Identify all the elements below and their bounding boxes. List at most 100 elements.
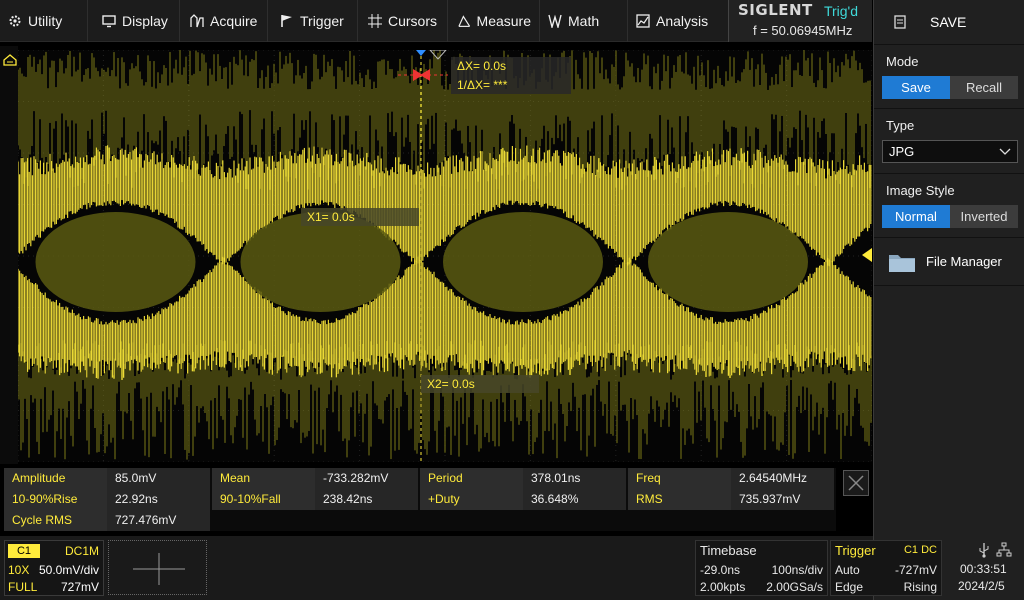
measurement-value: 85.0mV: [107, 468, 210, 489]
trigger-label: Trigger: [835, 543, 876, 558]
mode-toggle[interactable]: Save Recall: [882, 76, 1018, 99]
measurement-value: 36.648%: [523, 489, 626, 510]
menu-label: Math: [568, 13, 600, 29]
measurement-name: 10-90%Rise: [4, 489, 107, 510]
type-dropdown[interactable]: JPG: [882, 140, 1018, 163]
trigger-level: -727mV: [894, 563, 937, 577]
folder-icon: [889, 254, 915, 272]
analysis-icon: [636, 14, 650, 28]
measurement-name: RMS: [628, 489, 731, 510]
file-manager-label: File Manager: [926, 254, 1002, 269]
channel-coupling: DC1M: [64, 544, 99, 558]
flag-icon: [281, 15, 292, 27]
menu-cursors[interactable]: Cursors: [358, 0, 448, 42]
channel-tag: C1: [8, 544, 40, 558]
menu-label: Acquire: [210, 13, 258, 29]
waveform-canvas: [18, 50, 872, 462]
timebase-box[interactable]: Timebase -29.0ns 100ns/div 2.00kpts 2.00…: [695, 540, 828, 596]
mode-section: Mode Save Recall: [874, 45, 1024, 109]
menu-bar: Utility Display Acquire Trigger Cursors …: [0, 0, 728, 42]
measurement-cell[interactable]: Amplitude 85.0mV: [4, 468, 212, 489]
measurement-cell[interactable]: Period 378.01ns: [420, 468, 628, 489]
menu-label: Measure: [476, 13, 531, 29]
measurement-name: Cycle RMS: [4, 510, 107, 531]
menu-label: Cursors: [388, 13, 438, 29]
channel-bandwidth: FULL: [8, 580, 38, 594]
trigger-box[interactable]: Trigger C1 DC Auto -727mV Edge Rising: [830, 540, 942, 596]
mode-recall-option[interactable]: Recall: [950, 76, 1018, 99]
trigger-source: C1 DC: [903, 544, 937, 556]
save-panel: SAVE Mode Save Recall Type JPG Image Sty…: [873, 0, 1024, 600]
menu-math[interactable]: Math: [540, 0, 628, 42]
trigger-mode: Auto: [835, 563, 860, 577]
mode-label: Mode: [886, 54, 919, 69]
channel-1-box[interactable]: C1 DC1M 10X 50.0mV/div FULL 727mV: [4, 540, 104, 596]
sample-rate: 2.00GSa/s: [766, 580, 823, 594]
measurement-row: Cycle RMS 727.476mV: [4, 510, 836, 531]
measurement-name: +Duty: [420, 489, 523, 510]
menu-label: Trigger: [300, 13, 344, 29]
gear-icon: [9, 15, 21, 27]
image-style-toggle[interactable]: Normal Inverted: [882, 205, 1018, 228]
trigger-status: Trig'd: [823, 3, 858, 19]
type-label: Type: [886, 118, 915, 133]
measurement-value: 238.42ns: [315, 489, 418, 510]
measurement-value: 2.64540MHz: [731, 468, 834, 489]
image-style-normal-option[interactable]: Normal: [882, 205, 950, 228]
measurement-cell[interactable]: Mean -733.282mV: [212, 468, 420, 489]
measurement-close-button[interactable]: [843, 470, 869, 496]
channel-offset-marker-icon[interactable]: [862, 248, 872, 262]
measurement-name: Mean: [212, 468, 315, 489]
measurement-value: 727.476mV: [107, 510, 210, 531]
menu-acquire[interactable]: Acquire: [180, 0, 268, 42]
type-value: JPG: [889, 144, 915, 159]
measurement-table: Amplitude 85.0mV Mean -733.282mV Period 378…: [4, 468, 836, 531]
menu-utility[interactable]: Utility: [0, 0, 88, 42]
mode-save-option[interactable]: Save: [882, 76, 950, 99]
measurement-cell[interactable]: 90-10%Fall 238.42ns: [212, 489, 420, 510]
network-icon[interactable]: [996, 542, 1012, 558]
channel-offset: 727mV: [60, 580, 99, 594]
image-style-label: Image Style: [886, 183, 955, 198]
delta-x-readout: ΔX= 0.0s 1/ΔX= ***: [451, 57, 571, 94]
measurement-row: Amplitude 85.0mV Mean -733.282mV Period 378…: [4, 468, 836, 489]
usb-icon[interactable]: [978, 542, 990, 558]
clock-time: 00:33:51: [960, 562, 1007, 576]
measurement-cell[interactable]: RMS 735.937mV: [628, 489, 836, 510]
file-manager-button[interactable]: File Manager: [874, 238, 1024, 286]
math-icon: [548, 14, 562, 28]
close-icon: [848, 475, 864, 491]
measurement-cell[interactable]: 10-90%Rise 22.92ns: [4, 489, 212, 510]
trigger-position-marker: [416, 50, 426, 56]
menu-label: Analysis: [656, 13, 709, 29]
channel-scale: 50.0mV/div: [38, 563, 99, 577]
image-style-inverted-option[interactable]: Inverted: [950, 205, 1018, 228]
menu-measure[interactable]: Measure: [448, 0, 540, 42]
measurement-cell[interactable]: Freq 2.64540MHz: [628, 468, 836, 489]
measurement-name: 90-10%Fall: [212, 489, 315, 510]
timebase-points: 2.00kpts: [700, 580, 746, 594]
eye-opening: [648, 212, 808, 312]
measurement-row: 10-90%Rise 22.92ns 90-10%Fall 238.42ns +Du…: [4, 489, 836, 510]
inverse-delta-x-value: 1/ΔX= ***: [457, 78, 508, 92]
measurement-value: 735.937mV: [731, 489, 834, 510]
measurement-cell[interactable]: Cycle RMS 727.476mV: [4, 510, 212, 531]
trigger-type: Edge: [835, 580, 864, 594]
menu-analysis[interactable]: Analysis: [628, 0, 728, 42]
menu-display[interactable]: Display: [88, 0, 180, 42]
cursor-x1-label[interactable]: X1= 0.0s: [301, 208, 419, 226]
add-channel-slot[interactable]: [108, 540, 207, 595]
cursor-x2-label[interactable]: X2= 0.0s: [421, 375, 539, 393]
menu-trigger[interactable]: Trigger: [268, 0, 358, 42]
image-style-section: Image Style Normal Inverted: [874, 174, 1024, 238]
measurement-cell[interactable]: +Duty 36.648%: [420, 489, 628, 510]
frequency-readout: f = 50.06945MHz: [753, 23, 853, 38]
menu-label: Display: [122, 13, 168, 29]
panel-header[interactable]: SAVE: [874, 0, 1024, 45]
measure-icon: [458, 15, 471, 27]
save-doc-icon: [894, 15, 906, 29]
brand-logo: SIGLENT: [738, 1, 813, 19]
acquire-icon: [190, 14, 204, 28]
channel-probe: 10X: [8, 563, 30, 577]
waveform-display[interactable]: ΔX= 0.0s 1/ΔX= *** X1= 0.0s X2= 0.0s: [18, 50, 872, 462]
